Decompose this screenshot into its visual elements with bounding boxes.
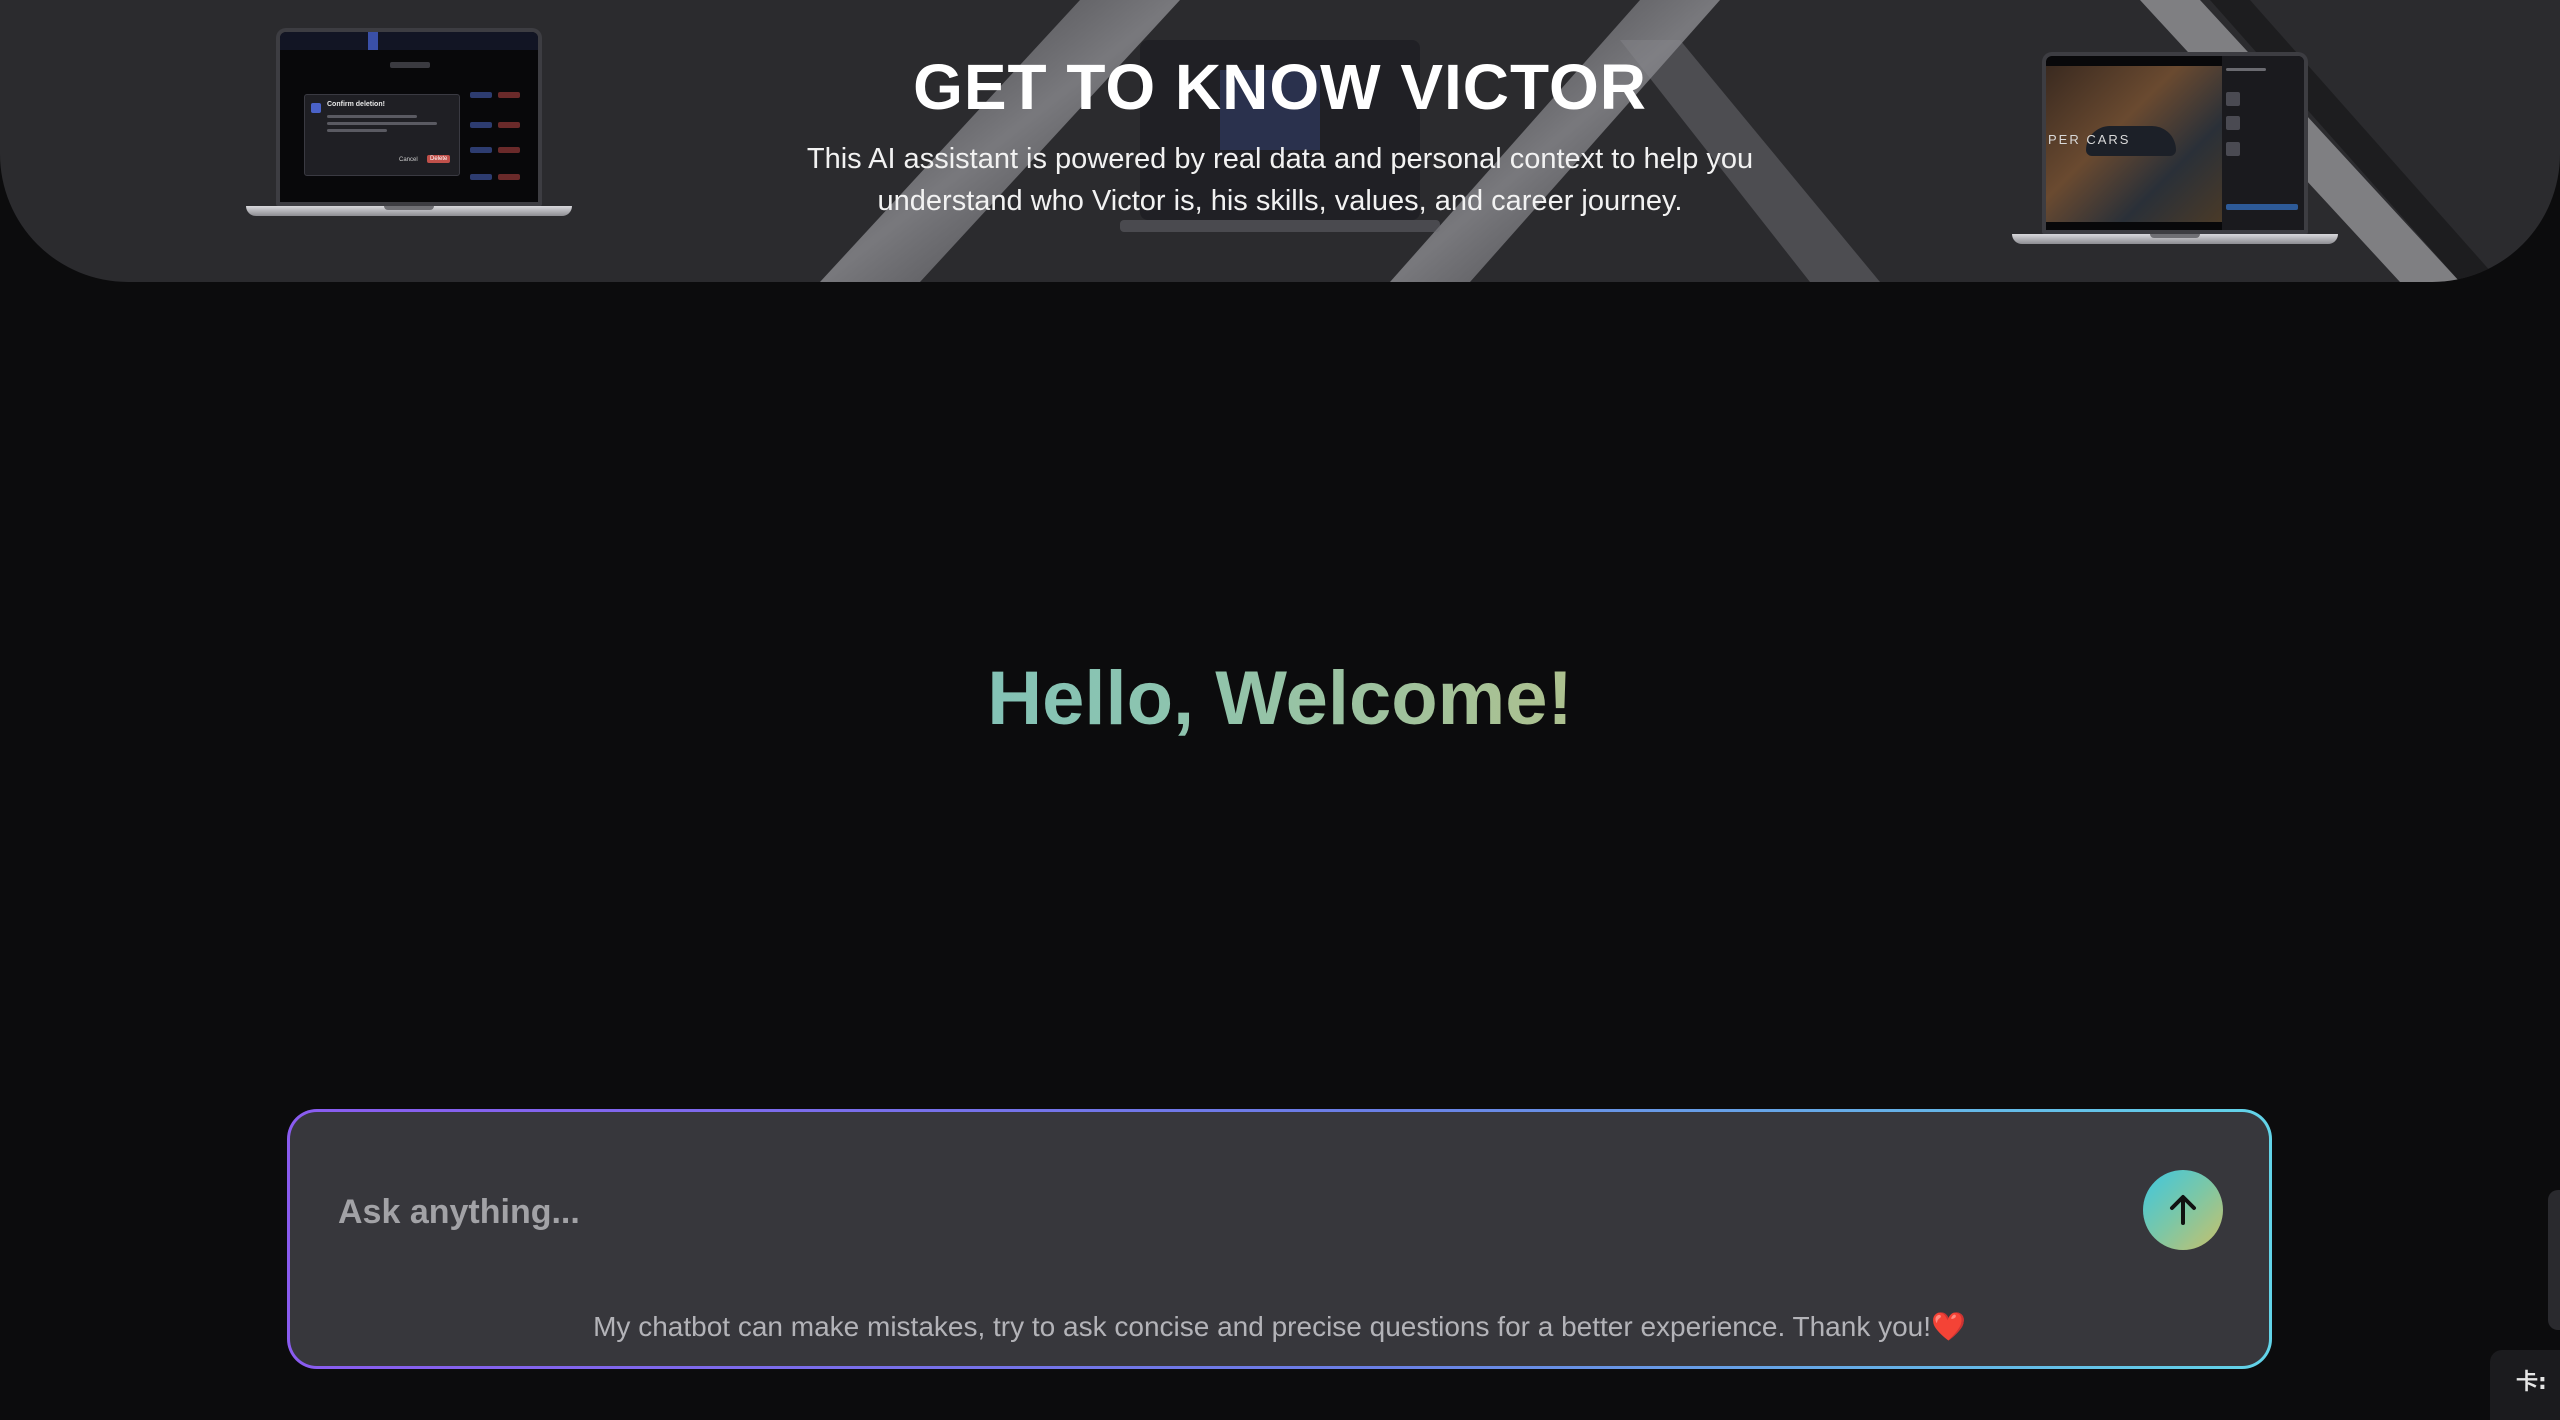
hero-banner: Confirm deletion! Cancel Delete PER CARS [0, 0, 2560, 282]
mini-cancel-label: Cancel [399, 157, 418, 163]
send-button[interactable] [2143, 1170, 2223, 1250]
page-subtitle: This AI assistant is powered by real dat… [806, 143, 1754, 217]
mini-delete-label: Delete [427, 155, 451, 163]
side-handle[interactable] [2548, 1190, 2560, 1330]
arrow-up-icon [2170, 1195, 2196, 1225]
right-laptop-screen-text: PER CARS [2048, 132, 2131, 147]
welcome-heading: Hello, Welcome! [0, 655, 2560, 742]
chat-box: My chatbot can make mistakes, try to ask… [290, 1112, 2269, 1366]
disclaimer-message: My chatbot can make mistakes, try to ask… [593, 1311, 1932, 1342]
chat-panel: My chatbot can make mistakes, try to ask… [287, 1109, 2272, 1369]
page-title: GET TO KNOW VICTOR [913, 51, 1647, 123]
disclaimer-text: My chatbot can make mistakes, try to ask… [290, 1310, 2269, 1343]
corner-widget-text: 卡: [2516, 1370, 2547, 1395]
heart-icon: ❤️ [1931, 1311, 1966, 1342]
chat-input[interactable] [338, 1182, 2038, 1242]
corner-widget[interactable]: 卡: [2490, 1350, 2560, 1420]
